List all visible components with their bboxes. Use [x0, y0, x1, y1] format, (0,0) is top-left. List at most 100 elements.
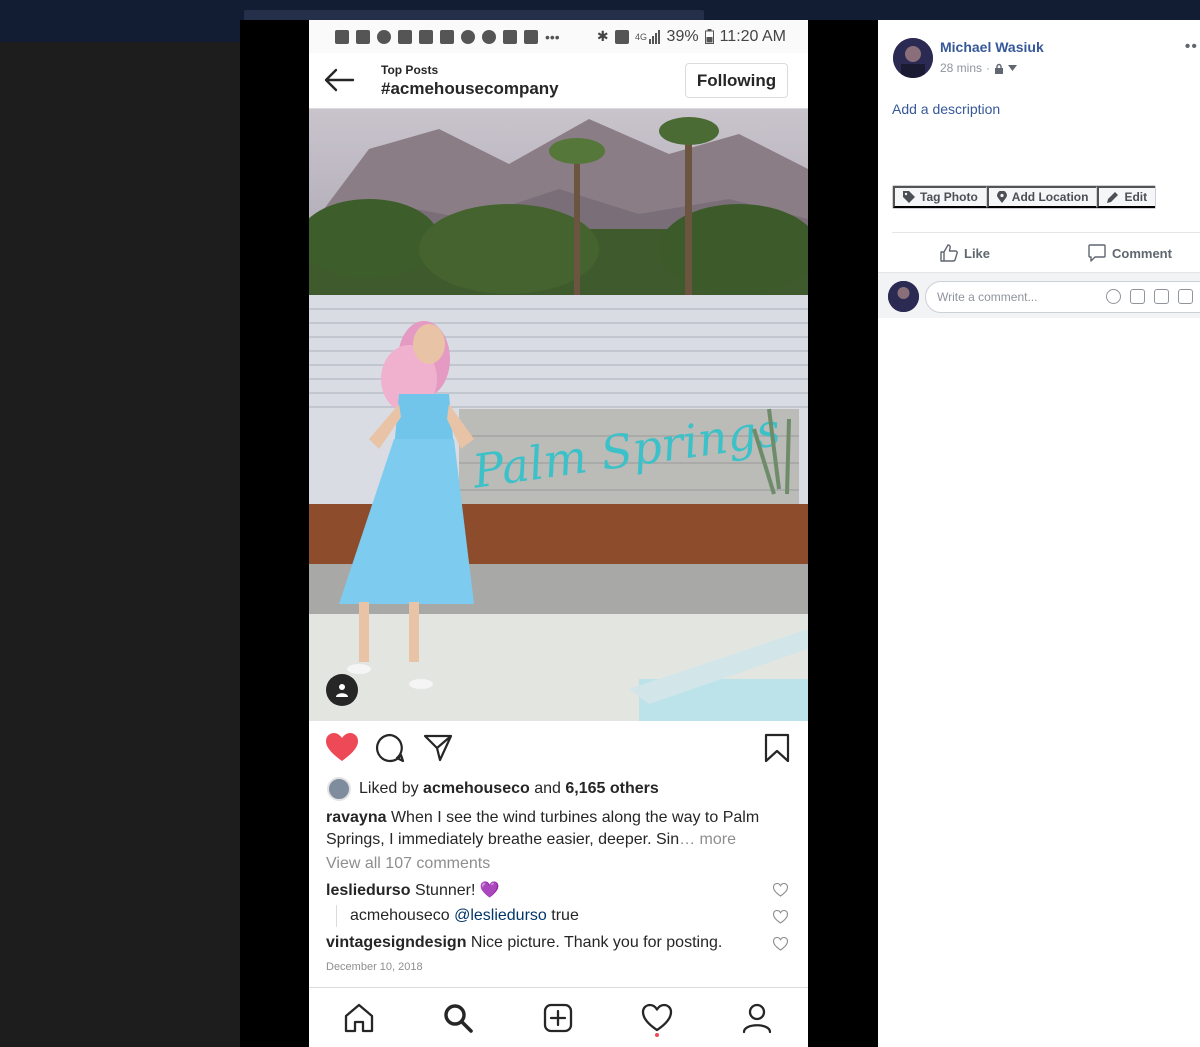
comment-text: Nice picture. Thank you for posting.: [470, 934, 723, 951]
phone-status-bar: ••• ✱ 4G 39% 11:20 AM: [309, 20, 808, 53]
liker-avatar: [327, 777, 351, 801]
comment-row: lesliedurso Stunner! 💜: [326, 880, 500, 900]
app-notification-icon: [482, 29, 496, 44]
hashtag-title: #acmehousecompany: [381, 79, 559, 98]
post-details: Liked by acmehouseco and 6,165 others ra…: [309, 777, 808, 987]
share-icon[interactable]: [423, 733, 453, 763]
comment-row: vintagesigndesign Nice picture. Thank yo…: [326, 934, 722, 952]
svg-text:4G: 4G: [635, 32, 647, 42]
edit-label: Edit: [1124, 190, 1148, 204]
post-caption: ravayna When I see the wind turbines alo…: [326, 807, 791, 851]
comment-username[interactable]: lesliedurso: [326, 882, 410, 899]
divider: [892, 232, 1200, 233]
clock: 11:20 AM: [719, 27, 786, 45]
tag-icon: [903, 191, 915, 203]
post-time-text[interactable]: 28 mins: [940, 61, 982, 75]
location-pin-icon: [996, 191, 1007, 203]
likes-summary[interactable]: Liked by acmehouseco and 6,165 others: [327, 777, 659, 801]
bookmark-icon[interactable]: [764, 733, 790, 763]
facebook-photo-sidebar: Michael Wasiuk 28 mins · •• Add a descri…: [878, 20, 1200, 1047]
notification-icons: •••: [335, 29, 560, 45]
gif-icon[interactable]: [1154, 289, 1169, 304]
liked-by-prefix: Liked by: [359, 780, 419, 797]
gallery-icon: [524, 29, 538, 44]
like-label: Like: [964, 245, 991, 261]
liked-by-user[interactable]: acmehouseco: [423, 780, 530, 797]
battery-percent: 39%: [666, 27, 699, 45]
comment-username[interactable]: acmehouseco: [350, 907, 450, 924]
audience-dropdown-icon[interactable]: [1008, 65, 1018, 71]
following-button[interactable]: Following: [685, 63, 788, 98]
facebook-notification-icon: [440, 29, 454, 44]
comment-bubble-icon: [1088, 244, 1106, 262]
add-description-link[interactable]: Add a description: [892, 101, 1000, 117]
tagged-people-icon[interactable]: [326, 674, 358, 706]
post-photo[interactable]: Palm Springs: [309, 109, 808, 721]
comment-label: Comment: [1112, 245, 1172, 261]
comment-text: true: [551, 907, 579, 924]
like-button[interactable]: Like: [940, 244, 990, 262]
post-date: December 10, 2018: [326, 961, 423, 973]
comment-mention[interactable]: @lesliedurso: [454, 907, 547, 924]
nfc-icon: [614, 29, 629, 44]
activity-heart-icon[interactable]: [641, 1002, 673, 1034]
liked-by-and: and: [534, 780, 561, 797]
pinterest-icon: [377, 29, 391, 44]
header-subtitle: Top Posts: [381, 63, 439, 77]
facebook-notification-icon: [356, 29, 370, 44]
search-icon[interactable]: [442, 1002, 474, 1034]
camera-icon[interactable]: [1130, 289, 1145, 304]
sticker-icon[interactable]: [1178, 289, 1193, 304]
comment-composer: [878, 272, 1200, 318]
battery-icon: [704, 29, 714, 44]
like-comment-heart-icon[interactable]: [773, 910, 788, 924]
reply-indent-line: [336, 905, 337, 927]
poster-avatar[interactable]: [893, 38, 933, 78]
instagram-bottom-nav: [309, 987, 808, 1047]
add-location-label: Add Location: [1011, 190, 1089, 204]
app-notification-icon: [398, 29, 412, 44]
comment-text: Stunner! 💜: [414, 882, 500, 899]
home-icon[interactable]: [343, 1002, 375, 1034]
back-arrow-icon[interactable]: [323, 67, 355, 93]
new-post-icon[interactable]: [542, 1002, 574, 1034]
more-options-icon[interactable]: ••: [1185, 38, 1198, 56]
comment-tools: [1106, 289, 1193, 304]
comment-icon[interactable]: [375, 733, 405, 763]
caption-username[interactable]: ravayna: [326, 809, 387, 826]
lock-icon: [995, 63, 1004, 74]
comment-button[interactable]: Comment: [1088, 244, 1172, 262]
more-notifications-icon: •••: [545, 28, 560, 45]
comment-reply-row: acmehouseco @lesliedurso true: [350, 907, 579, 925]
view-all-comments-link[interactable]: View all 107 comments: [326, 855, 490, 873]
bluetooth-icon: ✱: [596, 28, 609, 44]
commenter-avatar: [888, 281, 919, 312]
hand-icon: [419, 29, 433, 44]
post-actions: [309, 721, 808, 777]
poster-name[interactable]: Michael Wasiuk: [940, 39, 1044, 55]
signal-icon: 4G: [635, 29, 660, 44]
add-location-button[interactable]: Add Location: [986, 186, 1098, 208]
facebook-notification-icon: [335, 29, 349, 44]
photo-tools-bar: Tag Photo Add Location Edit: [892, 185, 1157, 209]
caption-more-link[interactable]: … more: [679, 831, 736, 848]
liked-by-others[interactable]: 6,165 others: [565, 780, 658, 797]
pencil-icon: [1107, 192, 1119, 203]
tag-photo-button[interactable]: Tag Photo: [893, 186, 987, 208]
image-icon: [503, 29, 517, 44]
like-comment-heart-icon[interactable]: [773, 937, 788, 951]
page-background-left: [0, 42, 240, 1047]
activity-notification-dot: [655, 1033, 659, 1037]
instagram-header: Top Posts #acmehousecompany Following: [309, 53, 808, 109]
heart-filled-icon[interactable]: [326, 733, 358, 763]
profile-icon[interactable]: [741, 1002, 773, 1034]
post-timestamp: 28 mins ·: [940, 61, 1018, 75]
messenger-icon: [461, 29, 475, 44]
edit-button[interactable]: Edit: [1097, 186, 1156, 208]
instagram-screenshot: ••• ✱ 4G 39% 11:20 AM Top Posts #acmehou…: [309, 20, 808, 1047]
thumbs-up-icon: [940, 244, 958, 262]
like-comment-heart-icon[interactable]: [773, 883, 788, 897]
emoji-icon[interactable]: [1106, 289, 1121, 304]
comment-username[interactable]: vintagesigndesign: [326, 934, 466, 951]
tag-photo-label: Tag Photo: [920, 190, 978, 204]
